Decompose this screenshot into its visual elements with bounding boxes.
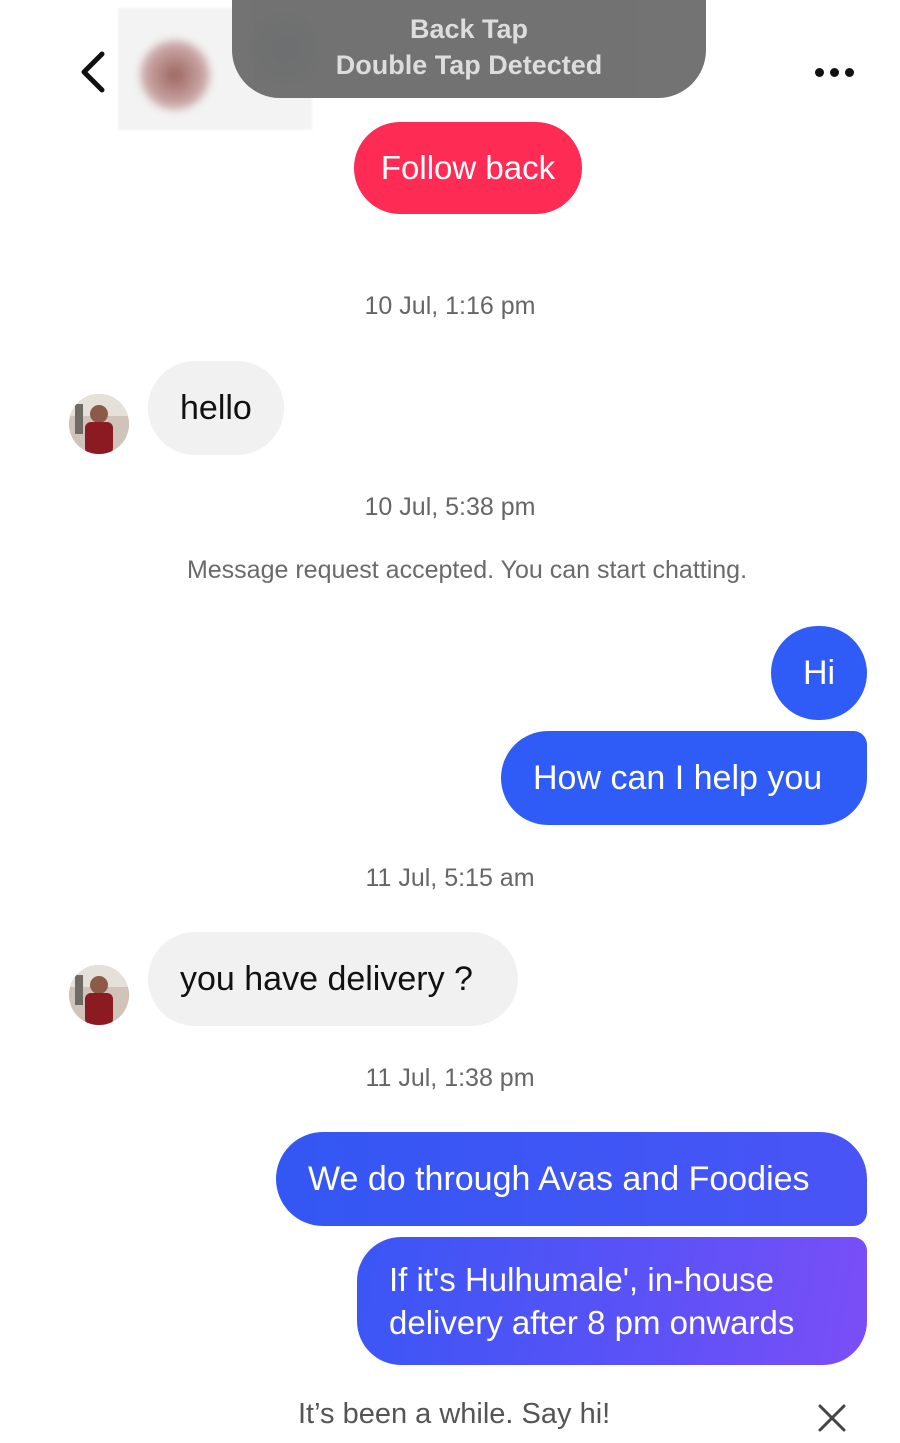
- back-tap-toast: Back Tap Double Tap Detected: [232, 0, 706, 98]
- chevron-left-icon: [81, 51, 105, 93]
- outgoing-message[interactable]: Hi: [771, 626, 867, 720]
- timestamp: 11 Jul, 5:15 am: [365, 864, 535, 892]
- timestamp: 10 Jul, 1:16 pm: [364, 292, 536, 320]
- outgoing-message[interactable]: If it's Hulhumale', in-house delivery af…: [357, 1237, 867, 1365]
- toast-subtitle: Double Tap Detected: [335, 50, 603, 80]
- back-button[interactable]: [68, 44, 118, 100]
- system-notice: Message request accepted. You can start …: [186, 556, 748, 584]
- chat-header: Back Tap Double Tap Detected: [0, 0, 900, 140]
- toast-title: Back Tap: [409, 14, 529, 44]
- ellipsis-horizontal-icon: [814, 67, 824, 77]
- follow-back-button[interactable]: Follow back: [354, 122, 582, 214]
- avatar-image: [69, 965, 129, 1025]
- outgoing-message[interactable]: How can I help you: [501, 731, 867, 825]
- say-hi-hint[interactable]: It’s been a while. Say hi!: [298, 1398, 610, 1431]
- timestamp: 11 Jul, 1:38 pm: [365, 1064, 535, 1092]
- ellipsis-dot: [829, 67, 839, 77]
- timestamp: 10 Jul, 5:38 pm: [364, 493, 536, 521]
- ellipsis-dot: [844, 67, 854, 77]
- contact-avatar[interactable]: [69, 394, 129, 454]
- close-icon: [818, 1404, 846, 1432]
- avatar-image: [69, 394, 129, 454]
- incoming-message[interactable]: you have delivery ?: [148, 932, 518, 1026]
- close-hint-button[interactable]: [812, 1398, 852, 1438]
- more-options-button[interactable]: [806, 50, 862, 94]
- profile-avatar[interactable]: [140, 40, 210, 110]
- incoming-message[interactable]: hello: [148, 361, 284, 455]
- outgoing-message[interactable]: We do through Avas and Foodies: [276, 1132, 867, 1226]
- contact-avatar[interactable]: [69, 965, 129, 1025]
